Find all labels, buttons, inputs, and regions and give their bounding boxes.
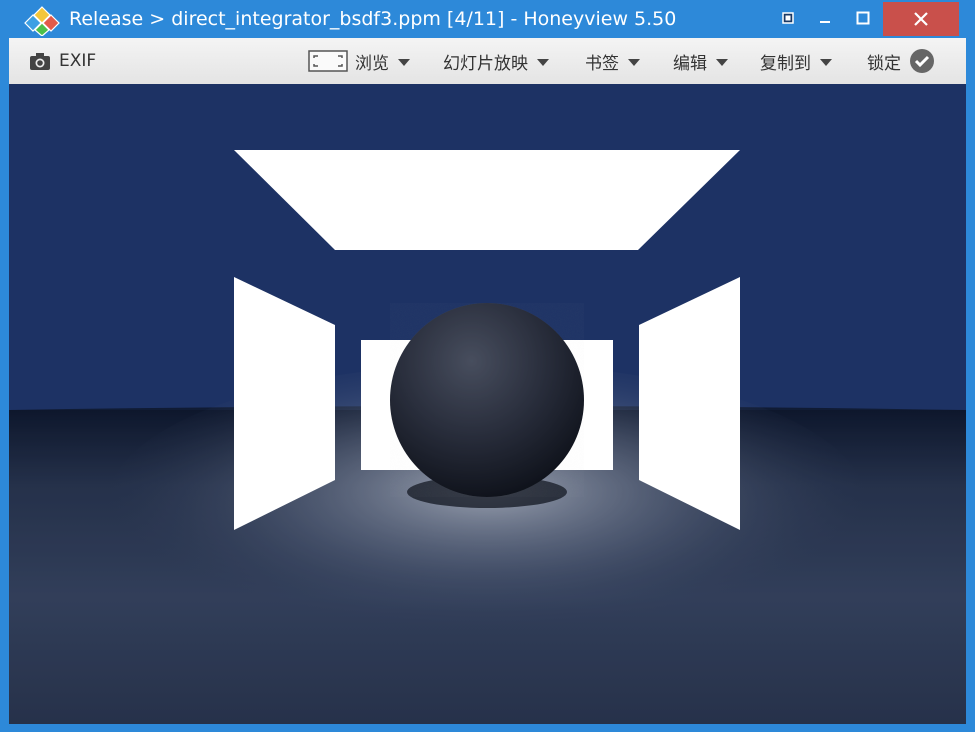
chevron-down-icon <box>716 58 728 66</box>
fit-screen-icon <box>308 50 348 72</box>
copy-to-menu[interactable]: 复制到 <box>760 38 832 84</box>
browse-label: 浏览 <box>355 53 389 74</box>
maximize-icon <box>856 11 870 25</box>
window-title: Release > direct_integrator_bsdf3.ppm [4… <box>69 8 677 30</box>
minimize-icon <box>820 21 830 23</box>
browse-menu[interactable]: 浏览 <box>308 38 410 84</box>
exif-button[interactable]: EXIF <box>29 38 96 84</box>
honeyview-window: Release > direct_integrator_bsdf3.ppm [4… <box>0 0 975 732</box>
check-circle-icon <box>910 49 934 73</box>
honeyview-diamond-icon[interactable] <box>20 6 64 37</box>
chevron-down-icon <box>398 58 410 66</box>
chevron-down-icon <box>537 58 549 66</box>
close-button[interactable] <box>883 2 959 36</box>
title-bar[interactable]: Release > direct_integrator_bsdf3.ppm [4… <box>0 0 975 38</box>
lock-label: 锁定 <box>867 53 901 74</box>
exif-label: EXIF <box>59 51 97 71</box>
lock-button[interactable]: 锁定 <box>867 38 935 84</box>
toolbar: EXIF 浏览 幻灯片放映 书签 编辑 复制到 锁定 <box>9 38 966 85</box>
image-viewport[interactable] <box>9 84 966 724</box>
copy-to-label: 复制到 <box>760 53 811 74</box>
maximize-button[interactable] <box>844 0 882 36</box>
fullscreen-icon <box>782 12 794 24</box>
camera-icon <box>30 53 50 70</box>
rendered-image <box>9 84 966 724</box>
window-bottom-border <box>0 724 975 732</box>
slideshow-menu[interactable]: 幻灯片放映 <box>443 38 549 84</box>
minimize-button[interactable] <box>806 0 844 36</box>
edit-label: 编辑 <box>673 53 707 74</box>
slideshow-label: 幻灯片放映 <box>443 53 528 74</box>
chevron-down-icon <box>820 58 832 66</box>
bookmark-label: 书签 <box>585 53 619 74</box>
close-icon <box>914 12 928 26</box>
chevron-down-icon <box>628 58 640 66</box>
bookmark-menu[interactable]: 书签 <box>585 38 640 84</box>
fullscreen-button[interactable] <box>770 0 806 36</box>
edit-menu[interactable]: 编辑 <box>673 38 728 84</box>
